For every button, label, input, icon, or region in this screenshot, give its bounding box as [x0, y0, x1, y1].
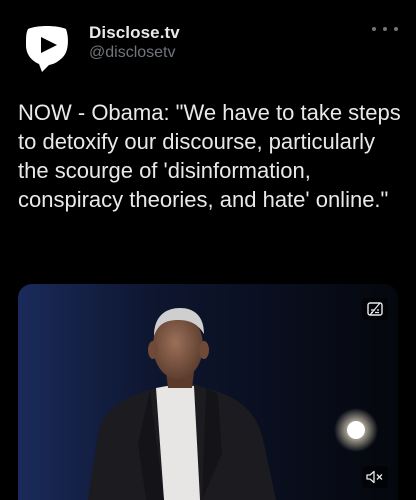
more-options-icon[interactable]	[372, 22, 398, 36]
video-player[interactable]	[18, 284, 398, 500]
video-frame	[18, 284, 398, 500]
display-name[interactable]: Disclose.tv	[89, 23, 180, 43]
tweet-header: Disclose.tv @disclosetv	[0, 0, 416, 80]
captions-icon[interactable]	[362, 298, 388, 320]
dot	[372, 27, 376, 31]
account-handle[interactable]: @disclosetv	[89, 44, 176, 62]
tweet-text: NOW - Obama: "We have to take steps to d…	[18, 100, 401, 212]
disclose-logo-icon	[20, 18, 74, 72]
dot	[394, 27, 398, 31]
volume-muted-icon[interactable]	[362, 466, 388, 488]
dot	[383, 27, 387, 31]
account-avatar[interactable]	[19, 17, 75, 73]
